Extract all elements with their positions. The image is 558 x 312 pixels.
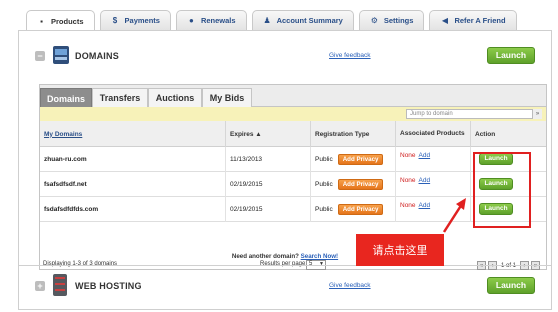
results-per-page-label: Results per page:: [260, 261, 308, 267]
expires-date: 02/19/2015: [225, 197, 310, 222]
domains-give-feedback-link[interactable]: Give feedback: [329, 52, 371, 59]
col-registration-type: Registration Type: [310, 121, 395, 147]
domain-name[interactable]: zhuan-ru.com: [40, 147, 225, 172]
table-row: fsdafsdfdfds.com 02/19/2015 Public Add P…: [40, 197, 546, 222]
expand-web-hosting-toggle[interactable]: +: [35, 281, 45, 291]
highlight-box: [473, 152, 531, 228]
domain-name[interactable]: fsafsdfsdf.net: [40, 172, 225, 197]
tab-products[interactable]: ▪ Products: [26, 10, 95, 31]
add-link[interactable]: Add: [419, 177, 431, 184]
jump-to-domain-input[interactable]: Jump to domain: [406, 109, 542, 119]
dropdown-arrow-icon: ▼: [319, 261, 324, 267]
top-tab-bar: ▪ Products $ Payments ● Renewals ♟ Accou…: [26, 10, 517, 31]
col-my-domains[interactable]: My Domains: [40, 121, 225, 147]
products-panel: − DOMAINS Give feedback Launch Domains T…: [18, 30, 552, 310]
jump-go-icon[interactable]: »: [532, 109, 542, 119]
col-associated-products: Associated Products: [395, 121, 470, 147]
person-icon: ♟: [263, 16, 271, 25]
table-header: My Domains Expires ▲ Registration Type A…: [40, 121, 546, 147]
expires-date: 11/13/2013: [225, 147, 310, 172]
web-hosting-launch-button[interactable]: Launch: [487, 277, 535, 294]
add-link[interactable]: Add: [419, 152, 431, 159]
domains-icon: [53, 46, 69, 64]
tab-refer-a-friend[interactable]: ◀ Refer A Friend: [429, 10, 517, 30]
tab-account-summary[interactable]: ♟ Account Summary: [251, 10, 354, 30]
add-privacy-button[interactable]: Add Privacy: [337, 204, 384, 215]
registration-type: Public Add Privacy: [310, 197, 395, 222]
search-row: Jump to domain »: [40, 107, 546, 121]
tab-transfers[interactable]: Transfers: [92, 88, 148, 107]
registration-type: Public Add Privacy: [310, 147, 395, 172]
tab-payments[interactable]: $ Payments: [99, 10, 171, 30]
none-label: None: [400, 202, 416, 209]
displaying-count: Displaying 1-3 of 3 domains: [43, 261, 118, 267]
add-privacy-button[interactable]: Add Privacy: [337, 179, 384, 190]
section-divider: [19, 265, 551, 266]
add-privacy-button[interactable]: Add Privacy: [337, 154, 384, 165]
add-link[interactable]: Add: [419, 202, 431, 209]
col-action: Action: [470, 121, 546, 147]
box-icon: ▪: [40, 16, 43, 26]
annotation-callout: 请点击这里: [356, 234, 444, 266]
dollar-icon: $: [112, 16, 118, 25]
associated-products: None Add: [395, 147, 470, 172]
table-row: zhuan-ru.com 11/13/2013 Public Add Priva…: [40, 147, 546, 172]
tab-settings[interactable]: ⚙ Settings: [358, 10, 425, 30]
domain-name[interactable]: fsdafsdfdfds.com: [40, 197, 225, 222]
domains-title: DOMAINS: [75, 51, 119, 61]
domain-tabs: Domains Transfers Auctions My Bids: [40, 85, 546, 108]
table-row: fsafsdfsdf.net 02/19/2015 Public Add Pri…: [40, 172, 546, 197]
tab-renewals[interactable]: ● Renewals: [175, 10, 247, 30]
collapse-domains-toggle[interactable]: −: [35, 51, 45, 61]
none-label: None: [400, 177, 416, 184]
registration-type: Public Add Privacy: [310, 172, 395, 197]
domains-section-header: − DOMAINS Give feedback Launch: [19, 37, 551, 75]
search-now-link[interactable]: Search Now!: [301, 253, 338, 260]
info-icon: ●: [189, 16, 194, 25]
web-hosting-give-feedback-link[interactable]: Give feedback: [329, 282, 371, 289]
tab-my-bids[interactable]: My Bids: [202, 88, 252, 107]
pointer-arrow-icon: [442, 198, 466, 233]
tab-auctions[interactable]: Auctions: [148, 88, 202, 107]
tab-domains[interactable]: Domains: [40, 88, 92, 108]
associated-products: None Add: [395, 172, 470, 197]
col-expires[interactable]: Expires ▲: [225, 121, 310, 147]
domains-launch-button[interactable]: Launch: [487, 47, 535, 64]
expires-date: 02/19/2015: [225, 172, 310, 197]
megaphone-icon: ◀: [441, 16, 449, 25]
web-hosting-title: WEB HOSTING: [75, 281, 142, 291]
domains-box: Domains Transfers Auctions My Bids Jump …: [39, 84, 547, 270]
web-hosting-section-header: + WEB HOSTING Give feedback Launch: [19, 269, 551, 307]
none-label: None: [400, 152, 416, 159]
web-hosting-icon: [53, 274, 67, 296]
gear-icon: ⚙: [370, 16, 378, 25]
need-another-domain: Need another domain? Search Now!: [231, 253, 339, 260]
